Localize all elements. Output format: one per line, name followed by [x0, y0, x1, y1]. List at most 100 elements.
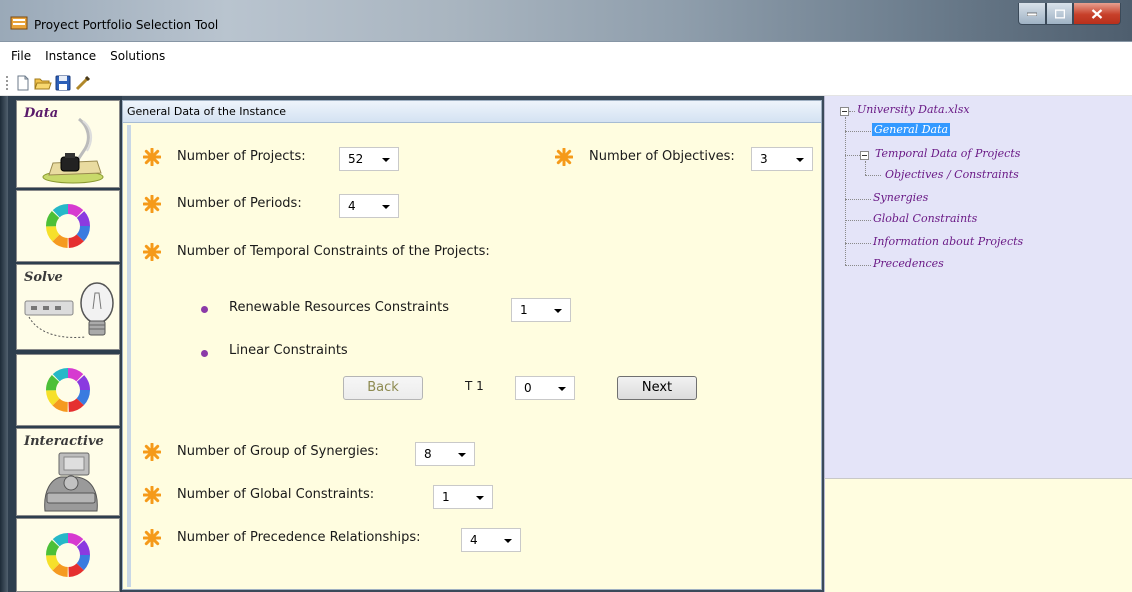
chevron-down-icon: [554, 309, 562, 313]
tree-item-general-data[interactable]: General Data: [872, 123, 951, 136]
nav-rail: [0, 96, 8, 592]
tree-connector: [845, 220, 871, 221]
nav-tile-ring-2[interactable]: [16, 354, 120, 426]
precedence-value: 4: [470, 533, 478, 547]
projects-label: Number of Projects:: [177, 149, 306, 164]
lightbulb-icon: [24, 282, 114, 338]
period-t-label: T 1: [465, 379, 484, 393]
close-button[interactable]: [1073, 3, 1121, 25]
synergies-select[interactable]: 8: [415, 442, 475, 466]
panel-header: General Data of the Instance: [123, 101, 821, 123]
tree-item-objectives-constraints[interactable]: Objectives / Constraints: [885, 168, 1019, 181]
asterisk-icon: [143, 486, 161, 504]
synergies-value: 8: [424, 447, 432, 461]
temporal-constraints-label: Number of Temporal Constraints of the Pr…: [177, 244, 490, 259]
color-ring-icon: [46, 533, 90, 577]
asterisk-icon: [143, 443, 161, 461]
tree-root[interactable]: University Data.xlsx: [857, 103, 970, 116]
title-bar: Proyect Portfolio Selection Tool: [0, 0, 1132, 42]
tree-connector: [845, 243, 871, 244]
periods-select[interactable]: 4: [339, 194, 399, 218]
tree-connector: [849, 111, 855, 112]
general-data-panel: General Data of the Instance Number of P…: [122, 100, 822, 590]
nav-tile-data[interactable]: Data: [16, 100, 120, 188]
objectives-label: Number of Objectives:: [589, 149, 735, 164]
chevron-down-icon: [458, 453, 466, 457]
menu-solutions[interactable]: Solutions: [103, 42, 172, 70]
periods-value: 4: [348, 199, 356, 213]
nav-tile-interactive[interactable]: Interactive: [16, 428, 120, 516]
asterisk-icon: [143, 148, 161, 166]
nav-tile-solve[interactable]: Solve: [16, 264, 120, 350]
collapse-icon[interactable]: [840, 107, 849, 116]
open-folder-icon[interactable]: [34, 74, 52, 92]
menu-file[interactable]: File: [4, 42, 38, 70]
chevron-down-icon: [382, 205, 390, 209]
linear-label: Linear Constraints: [229, 343, 348, 358]
person-computer-icon: [44, 452, 98, 512]
toolbar: [0, 70, 1132, 96]
panel-body: Number of Projects: 52 Number of Objecti…: [127, 125, 817, 587]
chevron-down-icon: [558, 387, 566, 391]
nav-tile-ring-3[interactable]: [16, 518, 120, 592]
toolbar-grip[interactable]: [6, 76, 8, 90]
period-value: 0: [524, 381, 532, 395]
tree-panel-footer: [824, 478, 1132, 592]
period-select[interactable]: 0: [515, 376, 575, 400]
nav-tile-label: Interactive: [24, 434, 104, 449]
renewable-value: 1: [520, 303, 528, 317]
chevron-down-icon: [504, 539, 512, 543]
tree-item-information-projects[interactable]: Information about Projects: [873, 235, 1023, 248]
tree-item-temporal-data[interactable]: Temporal Data of Projects: [875, 147, 1020, 160]
tree-connector: [845, 155, 860, 156]
color-ring-icon: [46, 204, 90, 248]
periods-label: Number of Periods:: [177, 196, 302, 211]
projects-value: 52: [348, 152, 364, 166]
global-constraints-value: 1: [442, 490, 450, 504]
renewable-select[interactable]: 1: [511, 298, 571, 322]
minimize-icon: [1027, 12, 1037, 16]
close-icon: [1091, 8, 1103, 19]
tree-connector: [845, 265, 871, 266]
chevron-down-icon: [476, 496, 484, 500]
tree-connector: [845, 131, 871, 132]
collapse-icon[interactable]: [860, 151, 869, 160]
global-constraints-select[interactable]: 1: [433, 485, 493, 509]
maximize-button[interactable]: [1046, 3, 1073, 25]
save-icon[interactable]: [54, 74, 72, 92]
left-nav: Data Solve Interactive: [0, 96, 122, 592]
menu-instance[interactable]: Instance: [38, 42, 103, 70]
menu-bar: File Instance Solutions: [0, 42, 1132, 70]
minimize-button[interactable]: [1018, 3, 1046, 25]
back-button[interactable]: Back: [343, 376, 423, 400]
precedence-select[interactable]: 4: [461, 528, 521, 552]
color-ring-icon: [46, 368, 90, 412]
asterisk-icon: [143, 529, 161, 547]
next-button[interactable]: Next: [617, 376, 697, 400]
tree-connector: [865, 175, 881, 176]
nav-tile-ring-1[interactable]: [16, 190, 120, 262]
maximize-icon: [1054, 9, 1065, 18]
chevron-down-icon: [796, 158, 804, 162]
wand-icon[interactable]: [74, 74, 92, 92]
projects-select[interactable]: 52: [339, 147, 399, 171]
synergies-label: Number of Group of Synergies:: [177, 444, 379, 459]
asterisk-icon: [555, 148, 573, 166]
tree-item-precedences[interactable]: Precedences: [873, 257, 944, 270]
tree-connector: [845, 199, 871, 200]
tree-item-synergies[interactable]: Synergies: [873, 191, 928, 204]
ink-quill-icon: [42, 117, 104, 184]
instance-tree: University Data.xlsx General Data Tempor…: [824, 96, 1132, 478]
bullet-icon: [201, 350, 208, 357]
new-file-icon[interactable]: [14, 74, 32, 92]
app-icon: [10, 16, 28, 30]
objectives-select[interactable]: 3: [751, 147, 813, 171]
bullet-icon: [201, 306, 208, 313]
asterisk-icon: [143, 243, 161, 261]
asterisk-icon: [143, 195, 161, 213]
tree-item-global-constraints[interactable]: Global Constraints: [873, 212, 977, 225]
window-title: Proyect Portfolio Selection Tool: [34, 18, 219, 32]
chevron-down-icon: [382, 158, 390, 162]
global-constraints-label: Number of Global Constraints:: [177, 487, 375, 502]
precedence-label: Number of Precedence Relationships:: [177, 530, 421, 545]
